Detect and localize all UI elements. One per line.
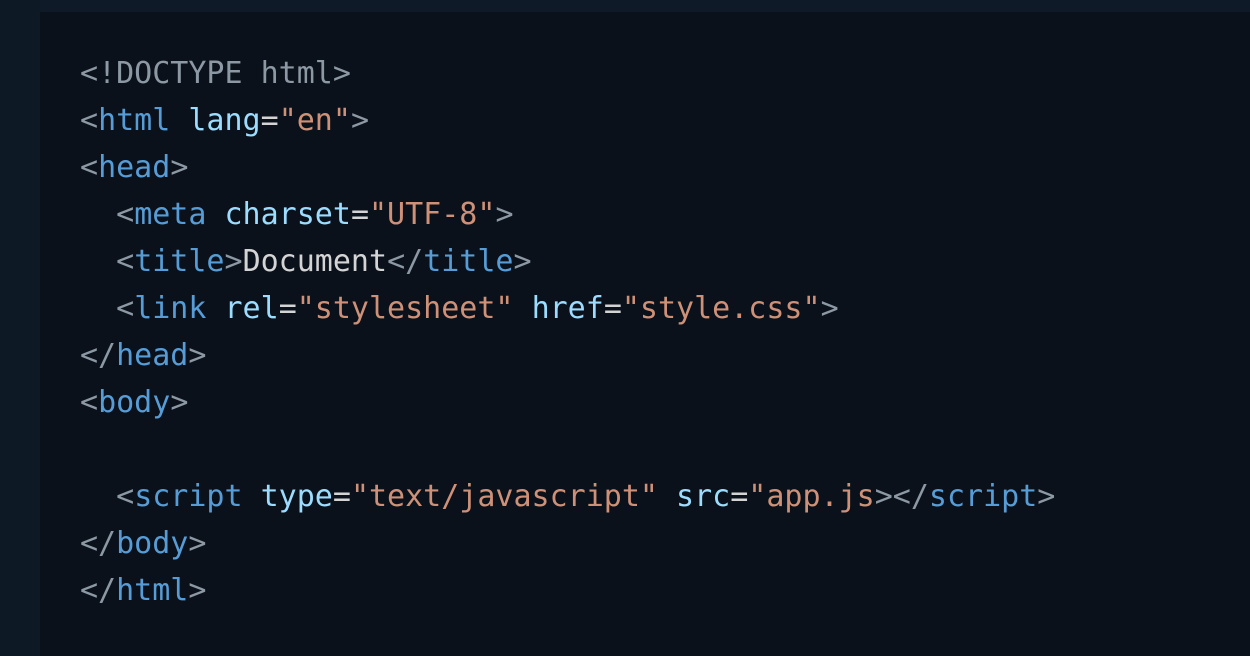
- code-token-attr: charset: [224, 197, 351, 232]
- code-token-punct: >: [495, 197, 514, 232]
- code-line: <!DOCTYPE html>: [80, 50, 1055, 97]
- code-token-tag: script: [134, 479, 243, 514]
- code-token-attr: rel: [224, 291, 279, 326]
- code-token-tag: body: [98, 385, 171, 420]
- code-line: <title>Document</title>: [80, 238, 1055, 285]
- code-token-punct: >: [188, 573, 207, 608]
- code-token-eq: =: [603, 291, 622, 326]
- code-token-str: "text/javascript": [350, 479, 658, 514]
- code-token-tag: head: [98, 150, 171, 185]
- code-token-punct: <: [80, 150, 99, 185]
- code-line: <meta charset="UTF-8">: [80, 191, 1055, 238]
- code-token-punct: >: [1037, 479, 1056, 514]
- code-token-punct: </: [387, 244, 424, 279]
- code-line: <head>: [80, 144, 1055, 191]
- code-token-punct: ></: [874, 479, 929, 514]
- code-token-punct: >: [224, 244, 243, 279]
- code-line: </html>: [80, 567, 1055, 614]
- code-token-str: "app.js: [748, 479, 875, 514]
- code-token-punct: <: [116, 291, 135, 326]
- code-token-tag: title: [134, 244, 225, 279]
- code-token-punct: >: [350, 103, 369, 138]
- code-token-attr: type: [260, 479, 333, 514]
- code-line: <html lang="en">: [80, 97, 1055, 144]
- code-token-eq: =: [332, 479, 351, 514]
- code-token-eq: =: [350, 197, 369, 232]
- code-token-tag: link: [134, 291, 207, 326]
- code-token-eq: =: [278, 291, 297, 326]
- code-token-punct: <: [116, 197, 135, 232]
- code-token-punct: <: [80, 103, 99, 138]
- code-line: <link rel="stylesheet" href="style.css">: [80, 285, 1055, 332]
- code-token-str: "style.css": [621, 291, 821, 326]
- code-token-eq: =: [730, 479, 749, 514]
- code-token-punct: </: [80, 573, 117, 608]
- code-token-attr: href: [531, 291, 604, 326]
- code-token-punct: <: [116, 244, 135, 279]
- code-token-punct: >: [188, 338, 207, 373]
- code-token-punct: </: [80, 526, 117, 561]
- code-token-punct: >: [820, 291, 839, 326]
- code-block[interactable]: <!DOCTYPE html> <html lang="en"> <head> <m…: [80, 50, 1055, 614]
- code-token-punct: >: [170, 385, 189, 420]
- code-line: <script type="text/javascript" src="app.…: [80, 473, 1055, 520]
- code-token-tag: body: [116, 526, 189, 561]
- code-token-doc: <!DOCTYPE html>: [80, 56, 351, 91]
- code-token-punct: </: [80, 338, 117, 373]
- code-line: </head>: [80, 332, 1055, 379]
- code-token-attr: src: [676, 479, 731, 514]
- code-token-tag: title: [423, 244, 514, 279]
- code-token-punct: <: [116, 479, 135, 514]
- code-token-tag: html: [116, 573, 189, 608]
- top-edge: [0, 0, 1250, 12]
- code-token-tag: script: [928, 479, 1038, 514]
- code-token-tag: head: [116, 338, 189, 373]
- code-line: </body>: [80, 520, 1055, 567]
- code-token-attr: lang: [188, 103, 261, 138]
- code-token-punct: >: [188, 526, 207, 561]
- code-token-eq: =: [260, 103, 279, 138]
- left-gutter: [0, 0, 40, 656]
- code-token-tag: meta: [134, 197, 207, 232]
- code-token-str: "en": [278, 103, 351, 138]
- code-token-tag: html: [98, 103, 171, 138]
- code-token-str: "UTF-8": [369, 197, 496, 232]
- code-token-str: "stylesheet": [296, 291, 514, 326]
- code-token-punct: >: [513, 244, 532, 279]
- code-token-punct: >: [170, 150, 189, 185]
- code-token-punct: <: [80, 385, 99, 420]
- screenshot-frame: <!DOCTYPE html> <html lang="en"> <head> <m…: [0, 0, 1250, 656]
- code-line: <body>: [80, 379, 1055, 426]
- code-token-text: Document: [242, 244, 388, 279]
